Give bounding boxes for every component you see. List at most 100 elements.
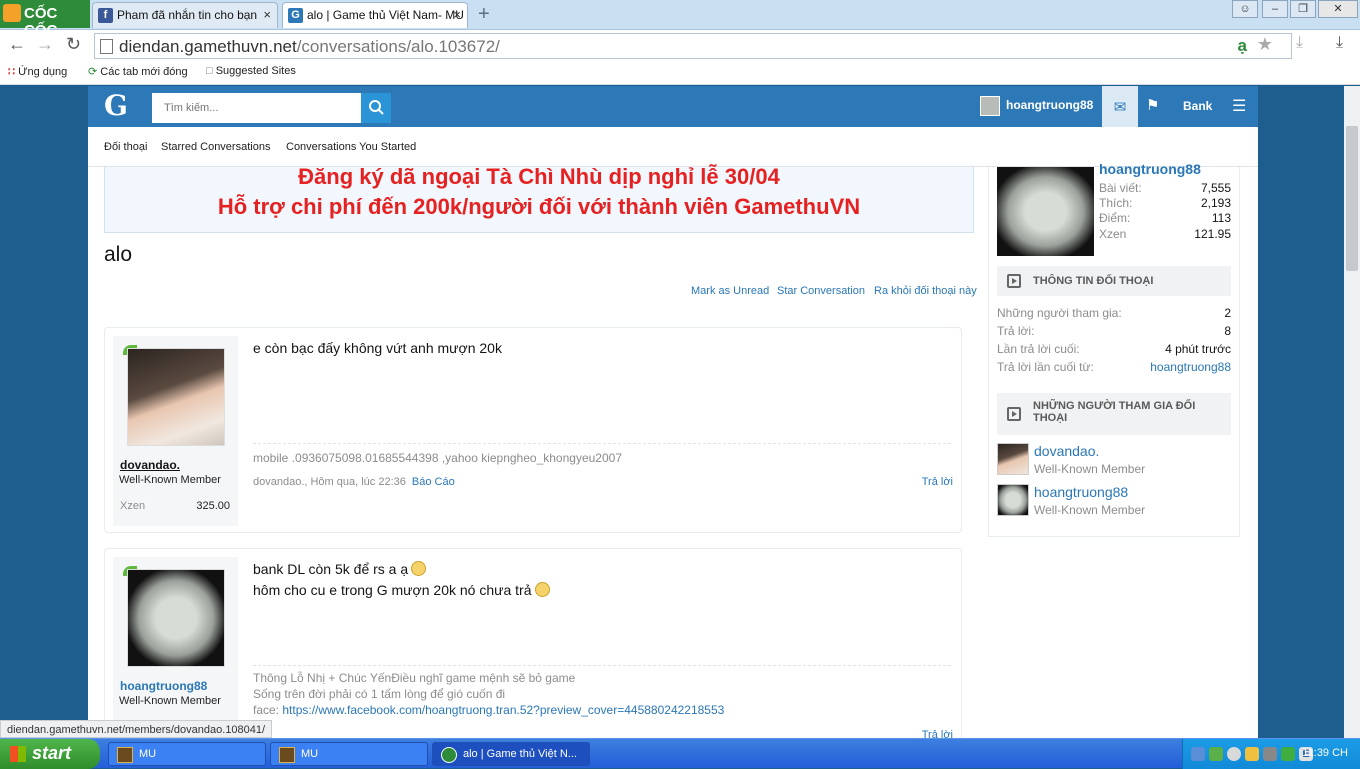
start-label: start	[32, 743, 72, 763]
url-path: /conversations/alo.103672/	[296, 37, 500, 56]
address-bar[interactable]: diendan.gamethuvn.net/conversations/alo.…	[94, 33, 1292, 59]
avatar[interactable]	[997, 167, 1094, 256]
tab-label: Pham đã nhắn tin cho bạn	[117, 8, 258, 22]
subnav-started[interactable]: Conversations You Started	[286, 141, 416, 153]
signature-line: Sống trên đời phải có 1 tấm lòng để gió …	[253, 687, 506, 701]
taskbar-item[interactable]: alo | Game thủ Việt N...	[432, 742, 590, 766]
signature-line: face: https://www.facebook.com/hoangtruo…	[253, 702, 724, 718]
tab-facebook[interactable]: f Pham đã nhắn tin cho bạn ×	[92, 2, 278, 28]
section-title: NHỮNG NGƯỜI THAM GIA ĐỐI THOẠI	[1033, 400, 1196, 424]
taskbar-item[interactable]: MU	[270, 742, 428, 766]
avatar[interactable]	[127, 348, 225, 446]
alerts-flag-icon[interactable]: ⚑	[1146, 96, 1159, 114]
avatar[interactable]	[127, 569, 225, 667]
hamburger-icon[interactable]: ☰	[1232, 96, 1246, 116]
subnav-conversations[interactable]: Đối thoại	[104, 141, 147, 153]
star-icon[interactable]: ★	[1257, 34, 1273, 55]
close-icon[interactable]: ×	[453, 7, 461, 22]
shield-icon[interactable]	[1209, 747, 1223, 761]
author-link[interactable]: hoangtruong88	[120, 679, 207, 693]
scrollbar-thumb[interactable]	[1346, 126, 1358, 271]
stat-value: 325.00	[196, 500, 230, 512]
bookmark-label: Ứng dụng	[18, 66, 68, 78]
search-button[interactable]	[361, 93, 391, 123]
participant-title: Well-Known Member	[1034, 462, 1146, 476]
smiley-icon	[411, 561, 427, 576]
start-button[interactable]: start	[0, 739, 100, 769]
play-icon	[1007, 274, 1021, 288]
author-link[interactable]: dovandao.	[120, 458, 180, 472]
mu-game-icon	[279, 747, 295, 763]
back-icon[interactable]: ←	[8, 34, 26, 55]
participant-name[interactable]: dovandao.	[1034, 443, 1099, 459]
section-title: THÔNG TIN ĐỐI THOẠI	[1033, 275, 1154, 287]
task-label: MU	[301, 748, 319, 760]
taskbar-item[interactable]: MU	[108, 742, 266, 766]
bookmark-label: Các tab mới đóng	[100, 66, 188, 78]
reply-link[interactable]: Trả lời	[922, 729, 953, 738]
scrollbar[interactable]	[1344, 86, 1360, 738]
bookmark-suggested[interactable]: □ Suggested Sites	[206, 65, 296, 77]
stat-value: 113	[1211, 211, 1231, 225]
search-input[interactable]	[152, 93, 361, 123]
promo-banner[interactable]: Đăng ký dã ngoại Tà Chì Nhù dịp nghỉ lễ …	[104, 164, 974, 233]
site-logo[interactable]: G	[104, 89, 128, 122]
tab-alo[interactable]: G alo | Game thủ Việt Nam- MU ×	[282, 2, 468, 28]
star-conversation-link[interactable]: Star Conversation	[777, 285, 865, 297]
message-line-1: bank DL còn 5k để rs a ạ	[253, 561, 409, 577]
avatar	[997, 443, 1029, 475]
message-date: dovandao., Hôm qua, lúc 22:36	[253, 476, 406, 488]
stat-row: Bài viết: 7,555	[1099, 181, 1231, 195]
last-poster-link[interactable]: hoangtruong88	[1150, 360, 1231, 374]
gear-icon[interactable]	[1263, 747, 1277, 761]
bank-link[interactable]: Bank	[1183, 99, 1212, 113]
gamethuvn-icon: G	[288, 8, 303, 23]
sidebar-username[interactable]: hoangtruong88	[1099, 161, 1201, 177]
download-icon[interactable]: ⤓	[1296, 34, 1303, 52]
mark-unread-link[interactable]: Mark as Unread	[691, 285, 769, 297]
forward-icon[interactable]: →	[36, 34, 54, 55]
info-row: Trả lời: 8	[997, 324, 1231, 338]
restore-icon[interactable]: ❐	[1290, 0, 1316, 18]
nvidia-icon[interactable]	[1281, 747, 1295, 761]
leave-conversation-link[interactable]: Ra khỏi đối thoại này	[874, 285, 977, 297]
stat-row: Thích: 2,193	[1099, 196, 1231, 210]
close-window-icon[interactable]: ✕	[1318, 0, 1358, 18]
participant-name[interactable]: hoangtruong88	[1034, 484, 1128, 500]
sub-navigation: Đối thoại Starred Conversations Conversa…	[88, 127, 1258, 167]
minimize-icon[interactable]: –	[1262, 0, 1288, 18]
network-icon[interactable]	[1191, 747, 1205, 761]
envelope-icon: ✉	[1113, 99, 1127, 116]
profile-icon[interactable]: ☺	[1232, 0, 1258, 18]
volume-icon[interactable]	[1227, 747, 1241, 761]
menu-download-icon[interactable]: ⤓	[1336, 34, 1343, 52]
security-icon[interactable]	[1245, 747, 1259, 761]
facebook-link[interactable]: https://www.facebook.com/hoangtruong.tra…	[282, 703, 724, 717]
info-row: Những người tham gia: 2	[997, 306, 1231, 320]
message: hoangtruong88 Well-Known Member bank DL …	[104, 548, 962, 738]
bookmarks-bar: ∷ Ứng dụng ⟳ Các tab mới đóng □ Suggeste…	[0, 61, 1360, 85]
coccoc-icon[interactable]: ạ	[1238, 36, 1247, 56]
inbox-button[interactable]: ✉	[1102, 86, 1138, 127]
stat-label: Xzen	[120, 500, 146, 512]
info-label: Lần trả lời cuối:	[997, 342, 1080, 356]
info-row: Trả lời lần cuối từ: hoangtruong88	[997, 360, 1231, 374]
message-user-info: dovandao. Well-Known Member Xzen 325.00	[113, 336, 238, 526]
bookmark-apps[interactable]: ∷ Ứng dụng	[8, 65, 67, 78]
reply-link[interactable]: Trả lời	[922, 476, 953, 488]
report-link[interactable]: Báo Cáo	[412, 476, 455, 488]
reload-icon[interactable]: ↻	[66, 34, 81, 55]
bookmark-label: Suggested Sites	[215, 65, 296, 77]
info-value: 8	[1224, 324, 1231, 338]
message: dovandao. Well-Known Member Xzen 325.00 …	[104, 327, 962, 533]
coccoc-logo[interactable]: CỐC CỐC	[0, 0, 90, 39]
message-line-2: hôm cho cu e trong G mượn 20k nó chưa tr…	[253, 582, 532, 598]
subnav-starred[interactable]: Starred Conversations	[161, 141, 270, 153]
close-icon[interactable]: ×	[263, 7, 271, 22]
bookmark-recent-tabs[interactable]: ⟳ Các tab mới đóng	[88, 65, 188, 78]
stat-row: Điểm: 113	[1099, 211, 1231, 225]
user-menu[interactable]: hoangtruong88	[980, 86, 1093, 127]
new-tab-icon[interactable]: +	[478, 3, 490, 26]
message-meta: dovandao., Hôm qua, lúc 22:36 Báo Cáo	[253, 476, 455, 488]
info-value: 4 phút trước	[1165, 342, 1231, 356]
